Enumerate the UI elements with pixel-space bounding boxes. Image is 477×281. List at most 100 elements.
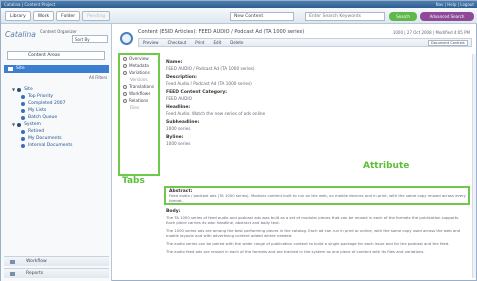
radio-button[interactable] <box>123 84 127 89</box>
workflow-icon <box>10 260 15 264</box>
tree-item-label: Retired <box>28 129 45 134</box>
field-list: Name: FEED AUDIO / Podcast Ad (TA 1000 se… <box>166 60 469 150</box>
radio-button[interactable] <box>123 98 127 103</box>
field-block: Subheadline: 1000 series <box>166 120 469 132</box>
attribute-box: Abstract: Feed audio / podcast ads (TA 1… <box>164 186 470 205</box>
tab-option-label: Workflows <box>129 91 151 96</box>
tab-option[interactable]: Files <box>120 104 158 111</box>
toolbar-button[interactable]: Checkout <box>168 39 187 47</box>
item-icon <box>17 122 22 127</box>
item-icon <box>21 101 25 106</box>
field-value: FEED AUDIO / Podcast Ad (TA 1000 series) <box>166 66 255 71</box>
sidebar-selected-label: Site <box>16 66 25 71</box>
tab-option-label: Relations <box>129 98 149 103</box>
scrollbar[interactable] <box>472 54 476 278</box>
tree-item-label: Batch Queue <box>28 115 58 120</box>
toolbar: Preview Checkout Print Edit Delete Document … <box>138 38 472 47</box>
tree-item-label: Internal Documents <box>28 143 73 148</box>
advanced-search-button[interactable]: Advanced Search <box>420 12 474 21</box>
tree-item[interactable]: Batch Queue <box>9 114 109 121</box>
tree-item-label: Completed 2007 <box>28 101 66 106</box>
field-block: Description: Feed Audio / Podcast Ad (TA … <box>166 75 469 87</box>
tabs-annotation: Tabs <box>122 176 145 186</box>
sidebar-bottom-workflow[interactable]: Workflow <box>4 256 109 266</box>
tree-item[interactable]: Internal Documents <box>9 142 109 149</box>
item-icon <box>21 108 25 113</box>
tree-item-label: Top Priority <box>28 94 54 99</box>
nav-tab[interactable]: Pending <box>82 11 111 21</box>
body-paragraph: The 1000 series ads are among the best p… <box>166 228 461 238</box>
field-value: FEED AUDIO <box>166 96 192 101</box>
top-bar: Catalina | Content Project Nav | Help | … <box>1 1 477 8</box>
field-block: Name: FEED AUDIO / Podcast Ad (TA 1000 se… <box>166 60 469 72</box>
logo-subtitle: Content Organizer <box>40 29 77 34</box>
radio-button[interactable] <box>123 56 127 61</box>
radio-button[interactable] <box>123 91 127 96</box>
tree-item[interactable]: ▼ Site <box>9 86 109 93</box>
tree-item[interactable]: My Lists <box>9 107 109 114</box>
content-icon <box>120 32 133 45</box>
sidebar-bottom-label: Workflow <box>26 259 47 264</box>
page-title: Content (ESID Articles): FEED AUDIO / Po… <box>138 29 305 35</box>
search-input[interactable]: Enter Search Keywords <box>305 12 385 21</box>
reports-icon <box>10 272 15 276</box>
tab-option[interactable]: Overview <box>120 55 158 62</box>
navigation-bar: Library Work Folder Pending New Content Ent… <box>1 8 477 24</box>
tab-option-label: Files <box>130 105 140 110</box>
nav-tab[interactable]: Library <box>5 11 31 21</box>
page-meta: 1000 | 27 Oct 2008 | Modified 4:05 PM <box>392 30 470 35</box>
expand-arrow-icon[interactable]: ▼ <box>12 121 15 128</box>
tab-option[interactable]: Variations <box>120 69 158 76</box>
tree-item[interactable]: My Documents <box>9 135 109 142</box>
new-content-select[interactable]: New Content <box>230 12 294 21</box>
tab-option-label: Variations <box>129 70 150 75</box>
tab-option[interactable]: Metadata <box>120 62 158 69</box>
tree-item[interactable]: Completed 2007 <box>9 100 109 107</box>
abstract-value: Feed audio / podcast ads (TA 1000 series… <box>169 193 466 203</box>
tab-option[interactable]: Workflows <box>120 90 158 97</box>
toolbar-button[interactable]: Edit <box>214 39 222 47</box>
field-value: 1000 series <box>166 141 191 146</box>
document-controls-select[interactable]: Document Controls <box>428 40 468 46</box>
main-panel: Content (ESID Articles): FEED AUDIO / Po… <box>112 24 477 281</box>
tab-option[interactable]: Translations <box>120 83 158 90</box>
tree-item[interactable]: ▼ System <box>9 121 109 128</box>
field-block: Headline: Feed Audio: Watch the new serie… <box>166 105 469 117</box>
field-value: Feed Audio: Watch the new series of ads … <box>166 111 266 116</box>
toolbar-button[interactable]: Delete <box>230 39 243 47</box>
sidebar-tree: ▼ Site Top Priority Completed 2007 My Lists B… <box>9 86 109 149</box>
toolbar-button[interactable]: Preview <box>143 39 159 47</box>
radio-button[interactable] <box>123 70 127 75</box>
tree-item-label: My Lists <box>28 108 47 113</box>
sidebar-selected-item[interactable]: Site <box>4 65 109 73</box>
expand-arrow-icon[interactable]: ▼ <box>12 86 15 93</box>
sort-select[interactable]: Sort By <box>72 35 108 43</box>
item-icon <box>21 143 25 148</box>
search-button[interactable]: Search <box>389 12 417 21</box>
item-icon <box>21 136 25 141</box>
body-paragraph: The TA 1000 series of feed audio and pod… <box>166 215 460 225</box>
filters-link[interactable]: All Filters <box>89 75 107 80</box>
nav-tab[interactable]: Folder <box>56 11 81 21</box>
body-paragraph: The audio feed ads are reused in each of… <box>166 249 425 254</box>
tree-item[interactable]: Retired <box>9 128 109 135</box>
nav-tab[interactable]: Work <box>32 11 55 21</box>
toolbar-button[interactable]: Print <box>195 39 204 47</box>
tabs-panel: Overview Metadata Variations Versions Transl… <box>118 53 160 176</box>
tab-option-label: Versions <box>130 77 148 82</box>
content-area-dropdown[interactable]: Content Areas <box>7 51 105 60</box>
app-window: Catalina | Content Project Nav | Help | … <box>0 0 477 281</box>
sidebar-bottom-reports[interactable]: Reports <box>4 268 109 278</box>
field-value: 1000 series <box>166 126 191 131</box>
field-block: Byline: 1000 series <box>166 135 469 147</box>
top-bar-links[interactable]: Nav | Help | Logout <box>436 1 474 8</box>
radio-button[interactable] <box>123 63 127 68</box>
tab-option-label: Metadata <box>129 63 149 68</box>
tree-item-label: My Documents <box>28 136 62 141</box>
tree-item[interactable]: Top Priority <box>9 93 109 100</box>
folder-icon <box>8 67 13 71</box>
tab-option[interactable]: Versions <box>120 76 158 83</box>
body-paragraph: The audio series can be paired with the … <box>166 241 450 246</box>
tab-option[interactable]: Relations <box>120 97 158 104</box>
item-icon <box>21 129 25 134</box>
